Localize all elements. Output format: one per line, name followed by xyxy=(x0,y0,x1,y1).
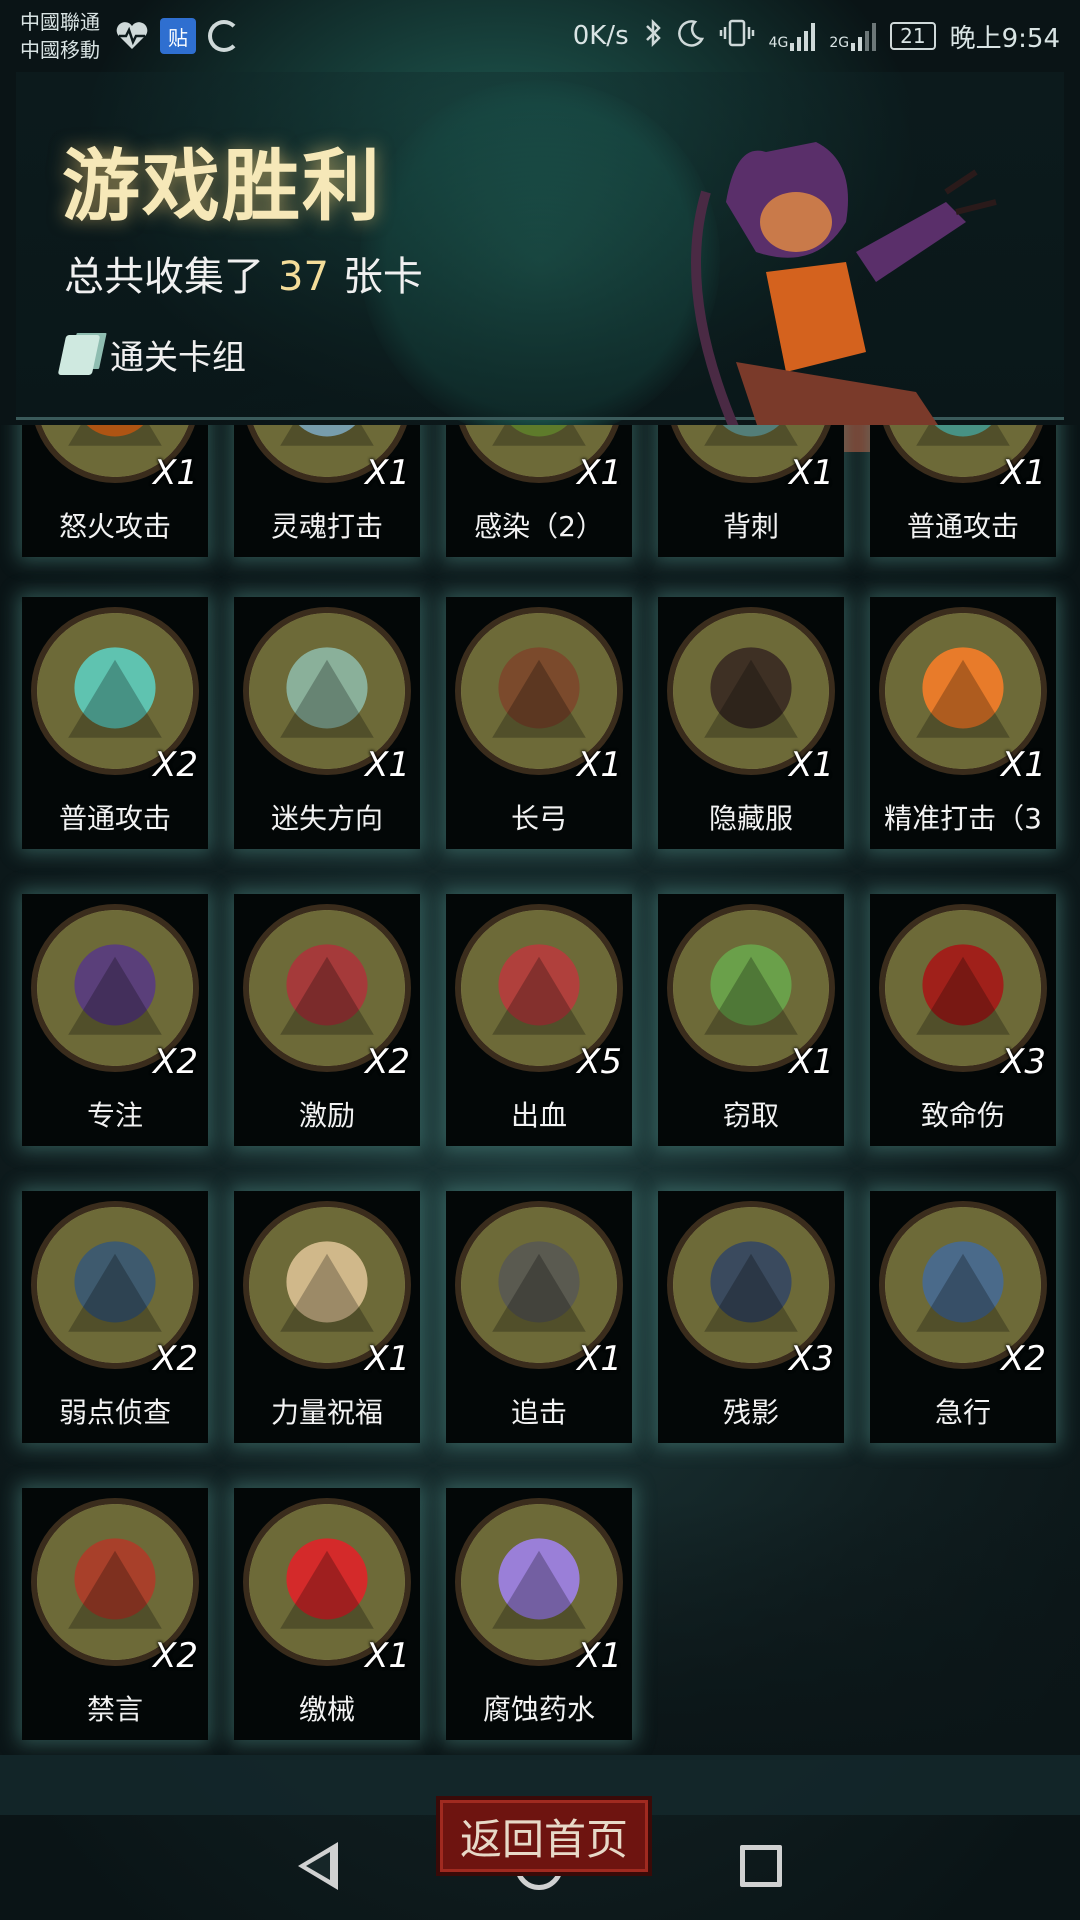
card-quantity: X1 xyxy=(577,1339,622,1379)
card-quantity: X3 xyxy=(1001,1042,1046,1082)
card-quantity: X1 xyxy=(365,1339,410,1379)
tieba-icon: 贴 xyxy=(160,18,196,54)
card-name: 弱点侦查 xyxy=(58,1396,171,1429)
clock: 晚上9:54 xyxy=(949,23,1060,54)
card-quantity: X1 xyxy=(153,453,198,493)
card-item[interactable]: X1 窃取 xyxy=(658,894,844,1146)
card-item[interactable]: X2 急行 xyxy=(870,1191,1056,1443)
card-quantity: X1 xyxy=(789,745,834,785)
card-name: 灵魂打击 xyxy=(270,510,383,543)
carrier-1: 中國聯通 xyxy=(20,10,100,34)
cards-icon xyxy=(57,334,101,375)
summary-suffix: 张卡 xyxy=(342,254,423,300)
card-quantity: X1 xyxy=(577,453,622,493)
nav-recent-icon[interactable] xyxy=(739,1845,782,1887)
card-name: 精准打击（3 xyxy=(884,802,1042,835)
card-quantity: X2 xyxy=(365,1042,410,1082)
card-name: 激励 xyxy=(298,1099,355,1132)
card-name: 窃取 xyxy=(722,1099,779,1132)
nav-back-icon[interactable] xyxy=(298,1842,339,1890)
victory-banner: 游戏胜利 总共收集了 37 张卡 通关卡组 xyxy=(16,72,1064,452)
card-item[interactable]: X1 背刺 xyxy=(658,425,844,557)
card-name: 背刺 xyxy=(722,510,779,543)
hero-illustration xyxy=(691,142,997,452)
card-name: 普通攻击 xyxy=(58,802,171,835)
card-item[interactable]: X1 迷失方向 xyxy=(234,597,420,849)
card-quantity: X2 xyxy=(153,1636,198,1676)
card-item[interactable]: X1 力量祝福 xyxy=(234,1191,420,1443)
card-quantity: X1 xyxy=(365,453,410,493)
card-item[interactable]: X2 禁言 xyxy=(22,1488,208,1740)
card-name: 禁言 xyxy=(86,1693,143,1726)
summary-count: 37 xyxy=(278,254,329,300)
signal-icon-1: 4G xyxy=(769,21,816,51)
card-item[interactable]: X1 缴械 xyxy=(234,1488,420,1740)
card-quantity: X1 xyxy=(1001,745,1046,785)
vibrate-icon xyxy=(719,18,755,55)
card-item[interactable]: X1 怒火攻击 xyxy=(22,425,208,557)
card-name: 专注 xyxy=(86,1099,143,1132)
clear-deck-label: 通关卡组 xyxy=(110,338,246,378)
loading-icon xyxy=(206,18,242,54)
card-item[interactable]: X3 残影 xyxy=(658,1191,844,1443)
card-quantity: X2 xyxy=(153,745,198,785)
card-item[interactable]: X1 灵魂打击 xyxy=(234,425,420,557)
carrier-2: 中國移動 xyxy=(20,38,100,62)
carrier-labels: 中國聯通 中國移動 xyxy=(20,8,100,64)
card-item[interactable]: X1 腐蚀药水 xyxy=(446,1488,632,1740)
heart-rate-icon xyxy=(114,18,150,54)
card-name: 力量祝福 xyxy=(270,1396,383,1429)
card-quantity: X2 xyxy=(1001,1339,1046,1379)
card-name: 残影 xyxy=(722,1396,779,1429)
card-quantity: X1 xyxy=(365,1636,410,1676)
card-name: 迷失方向 xyxy=(270,802,383,835)
card-name: 急行 xyxy=(934,1396,991,1429)
card-quantity: X1 xyxy=(577,1636,622,1676)
battery-icon: 21 xyxy=(890,22,936,50)
net-speed: 0K/s xyxy=(572,21,629,51)
card-name: 出血 xyxy=(510,1099,567,1132)
moon-icon xyxy=(677,19,705,54)
card-item[interactable]: X1 精准打击（3 xyxy=(870,597,1056,849)
card-item[interactable]: X2 激励 xyxy=(234,894,420,1146)
card-item[interactable]: X1 普通攻击 xyxy=(870,425,1056,557)
card-name: 致命伤 xyxy=(920,1099,1005,1132)
card-name: 追击 xyxy=(510,1396,567,1429)
card-quantity: X2 xyxy=(153,1042,198,1082)
card-quantity: X2 xyxy=(153,1339,198,1379)
clear-deck-button[interactable]: 通关卡组 xyxy=(57,330,246,379)
status-bar: 中國聯通 中國移動 贴 0K/s 4G 2G 21 晚上9:54 xyxy=(0,0,1080,72)
card-quantity: X5 xyxy=(577,1042,622,1082)
card-item[interactable]: X5 出血 xyxy=(446,894,632,1146)
card-item[interactable]: X1 长弓 xyxy=(446,597,632,849)
card-quantity: X1 xyxy=(789,1042,834,1082)
card-item[interactable]: X1 追击 xyxy=(446,1191,632,1443)
card-quantity: X1 xyxy=(1001,453,1046,493)
card-name: 隐藏服 xyxy=(708,802,793,835)
bluetooth-icon xyxy=(643,18,663,55)
card-item[interactable]: X2 弱点侦查 xyxy=(22,1191,208,1443)
card-quantity: X1 xyxy=(789,453,834,493)
card-name: 腐蚀药水 xyxy=(482,1693,595,1726)
card-name: 普通攻击 xyxy=(906,510,1019,543)
summary-prefix: 总共收集了 xyxy=(64,254,264,300)
card-grid: X1 怒火攻击 X1 灵魂打击 X1 感染（2） X1 背刺 X1 普通攻击 X2 普通攻击 X1 迷失方… xyxy=(0,425,1080,1755)
card-quantity: X1 xyxy=(365,745,410,785)
card-name: 怒火攻击 xyxy=(58,510,171,543)
signal-icon-2: 2G xyxy=(829,21,877,51)
card-quantity: X1 xyxy=(577,745,622,785)
card-name: 感染（2） xyxy=(474,510,604,543)
return-home-button[interactable]: 返回首页 xyxy=(436,1796,652,1876)
card-quantity: X3 xyxy=(789,1339,834,1379)
card-item[interactable]: X1 隐藏服 xyxy=(658,597,844,849)
card-item[interactable]: X2 专注 xyxy=(22,894,208,1146)
card-item[interactable]: X3 致命伤 xyxy=(870,894,1056,1146)
card-item[interactable]: X1 感染（2） xyxy=(446,425,632,557)
collection-summary: 总共收集了 37 张卡 xyxy=(64,244,423,302)
card-name: 长弓 xyxy=(510,802,567,835)
page-title: 游戏胜利 xyxy=(62,142,383,232)
card-item[interactable]: X2 普通攻击 xyxy=(22,597,208,849)
card-name: 缴械 xyxy=(298,1693,355,1726)
